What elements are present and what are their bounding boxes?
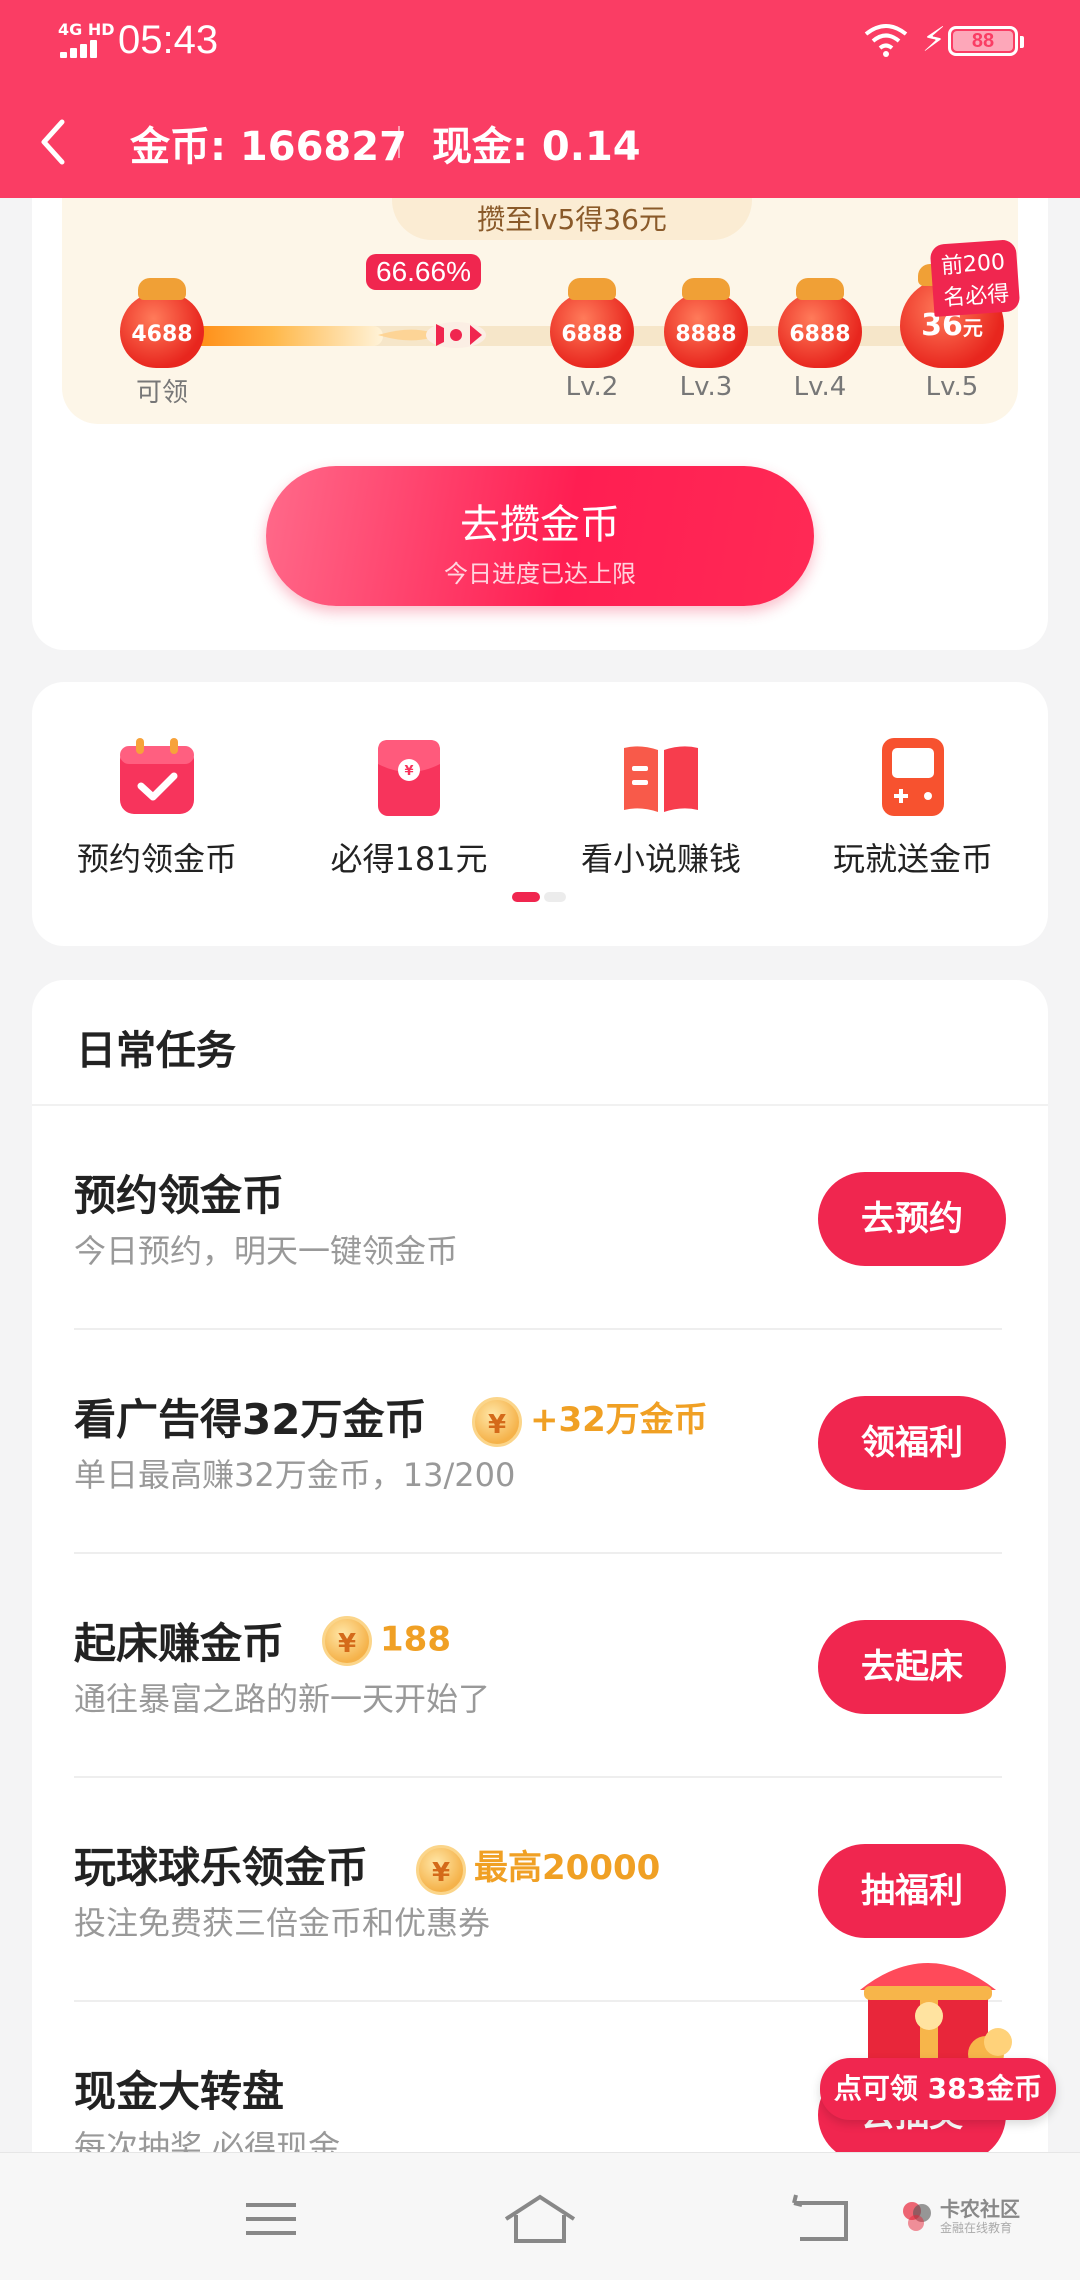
battery-level: 88 (971, 30, 995, 52)
back-button[interactable] (34, 112, 74, 172)
signal-icon (60, 38, 104, 58)
charging-icon: ⚡ (922, 20, 946, 60)
watermark-subtitle: 金融在线教育 (940, 2221, 1013, 2235)
daily-tasks-title: 日常任务 (76, 1028, 236, 1074)
level-bag-1[interactable]: 4688 (120, 278, 204, 368)
top200-tag: 前200名必得 (929, 239, 1021, 317)
level-label-3: Lv.3 (679, 372, 733, 402)
shortcut-game[interactable]: 玩就送金币 (798, 736, 1028, 880)
task-name: 预约领金币 (74, 1171, 285, 1220)
home-icon[interactable] (480, 2189, 600, 2249)
task-name: 现金大转盘 (74, 2067, 285, 2116)
coin-icon: ¥ (322, 1616, 372, 1666)
task-row: 起床赚金币 ¥188 通往暴富之路的新一天开始了 去起床 (32, 1554, 1048, 1778)
progress-percent: 66.66% (366, 254, 481, 290)
level-label-1: 可领 (135, 378, 188, 408)
level-label-4: Lv.4 (793, 372, 847, 402)
calendar-check-icon (120, 738, 194, 814)
earn-coins-label: 去攒金币 (460, 502, 620, 548)
task-name: 看广告得32万金币 (74, 1395, 427, 1444)
shortcut-envelope[interactable]: ¥ 必得181元 (294, 736, 524, 880)
red-envelope-icon: ¥ (378, 740, 440, 816)
status-bar: 4G HD 05:43 ⚡ 88 (0, 0, 1080, 80)
task-row: 看广告得32万金币 ¥ +32万金币 单日最高赚32万金币，13/200 领福利 (32, 1330, 1048, 1554)
gift-claim-button[interactable]: 点可领 383金币 (820, 2058, 1056, 2120)
menu-icon[interactable] (212, 2189, 332, 2249)
reward-badge: ¥ +32万金币 (472, 1392, 708, 1447)
draw-benefit-button[interactable]: 抽福利 (818, 1844, 1006, 1938)
logo-icon (903, 2202, 931, 2231)
task-row: 预约领金币 今日预约，明天一键领金币 去预约 (32, 1106, 1048, 1330)
level-bag-2: 6888 (550, 278, 634, 368)
shortcut-label: 玩就送金币 (832, 840, 993, 878)
shortcut-novel[interactable]: 看小说赚钱 (546, 736, 776, 880)
level-bag-3: 8888 (664, 278, 748, 368)
page-indicator (512, 892, 568, 902)
shortcuts-card: 预约领金币 ¥ 必得181元 看小说赚钱 玩就送金币 (32, 682, 1048, 946)
shortcut-label: 预约领金币 (76, 840, 237, 878)
earn-coins-button[interactable]: 去攒金币 今日进度已达上限 (266, 466, 814, 606)
earn-coins-sublabel: 今日进度已达上限 (444, 560, 636, 588)
network-type: 4G HD (58, 20, 115, 39)
shortcut-reserve[interactable]: 预约领金币 (42, 736, 272, 880)
watermark-logo: 卡农社区 金融在线教育 (900, 2193, 1060, 2243)
level-label-2: Lv.2 (565, 372, 619, 402)
get-benefit-button[interactable]: 领福利 (818, 1396, 1006, 1490)
task-description: 单日最高赚32万金币，13/200 (74, 1456, 516, 1494)
coin-icon: ¥ (416, 1844, 466, 1895)
shortcut-label: 必得181元 (330, 840, 488, 878)
task-description: 通往暴富之路的新一天开始了 (74, 1680, 491, 1718)
cash-balance: 现金: 0.14 (432, 124, 641, 170)
wifi-icon (864, 24, 908, 57)
task-description: 今日预约，明天一键领金币 (74, 1232, 459, 1270)
level-progress-card: 攒至lv5得36元 4688 可领 6888 Lv.2 8888 Lv.3 68… (32, 150, 1048, 650)
task-description: 投注免费获三倍金币和优惠券 (74, 1904, 491, 1942)
svg-text:¥: ¥ (404, 764, 413, 779)
system-nav-bar: 卡农社区 金融在线教育 (0, 2152, 1080, 2280)
reward-badge: ¥ 最高20000 (416, 1840, 660, 1895)
reserve-button[interactable]: 去预约 (818, 1172, 1006, 1266)
book-icon (624, 746, 698, 812)
reward-badge: ¥188 (322, 1616, 451, 1666)
battery-icon: 88 (948, 26, 1024, 56)
task-name: 起床赚金币 (74, 1619, 285, 1668)
shortcut-label: 看小说赚钱 (580, 840, 741, 878)
level-bag-4: 6888 (778, 278, 862, 368)
task-name: 玩球球乐领金币 (74, 1843, 369, 1892)
clock: 05:43 (118, 18, 219, 62)
watermark-title: 卡农社区 (940, 2197, 1020, 2221)
top-bar: 4G HD 05:43 ⚡ 88 金币: 166827 现金: 0.14 (0, 0, 1080, 198)
back-nav-icon[interactable] (760, 2189, 880, 2249)
rocket-icon (378, 322, 486, 348)
level-label-5: Lv.5 (925, 372, 979, 402)
header-divider (398, 126, 400, 158)
wake-up-button[interactable]: 去起床 (818, 1620, 1006, 1714)
coin-icon: ¥ (472, 1396, 522, 1447)
game-console-icon (882, 738, 944, 816)
coin-balance: 金币: 166827 (130, 124, 407, 170)
